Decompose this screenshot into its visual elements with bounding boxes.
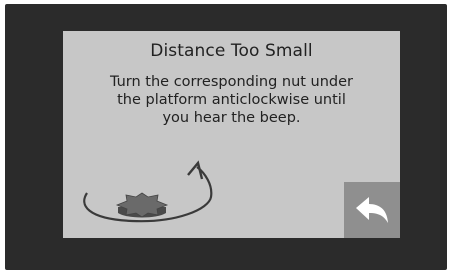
dialog-message: Turn the corresponding nut under the pla… [81,73,382,127]
dialog-message-line: Turn the corresponding nut under [109,74,354,90]
nut-rotate-anticlockwise-icon [77,157,217,225]
dialog-panel: Distance Too Small Turn the correspondin… [63,31,400,238]
rotation-arrowhead [187,160,204,180]
back-arrow-shape [356,197,388,223]
back-arrow-icon [356,197,388,223]
dialog-title: Distance Too Small [150,41,313,61]
nut-illustration-svg [83,160,213,223]
back-button[interactable] [344,182,400,238]
dialog-message-line: the platform anticlockwise until [117,92,346,108]
dialog-message-line: you hear the beep. [162,110,301,126]
screen-frame: Distance Too Small Turn the correspondin… [5,4,447,270]
